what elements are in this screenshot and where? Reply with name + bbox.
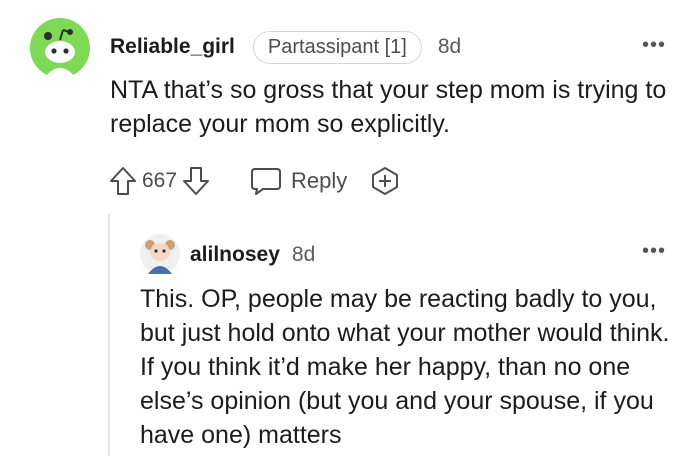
- thread-line[interactable]: [108, 214, 110, 456]
- award-button[interactable]: [369, 165, 401, 197]
- reply-button[interactable]: Reply: [249, 166, 347, 196]
- award-plus-icon: [372, 167, 399, 195]
- username[interactable]: Reliable_girl: [110, 35, 235, 59]
- reply-body: This. OP, people may be reacting badly t…: [140, 285, 670, 449]
- custom-character-avatar-icon: [140, 234, 180, 274]
- downvote-button[interactable]: [181, 165, 211, 197]
- comment-body: NTA that’s so gross that your step mom i…: [110, 76, 667, 138]
- chat-bubble-icon: [251, 168, 282, 195]
- reply-label: Reply: [291, 168, 348, 193]
- reply-header: alilnosey 8d: [190, 240, 315, 270]
- upvote-arrow-icon: [110, 167, 136, 195]
- reddit-snoo-avatar-icon: [30, 18, 90, 78]
- comment-age: 8d: [291, 243, 316, 266]
- downvote-arrow-icon: [183, 167, 210, 195]
- comment-actions: 667 Reply: [108, 163, 401, 199]
- username[interactable]: alilnosey: [190, 243, 280, 267]
- comment-thread: Reliable_girl Partassipant [1] 8d ••• NT…: [0, 0, 700, 456]
- more-options-button[interactable]: •••: [642, 34, 666, 57]
- comment-age: 8d: [437, 35, 462, 58]
- vote-count: 667: [142, 169, 178, 192]
- avatar[interactable]: [140, 234, 180, 274]
- comment-header: Reliable_girl Partassipant [1] 8d: [110, 30, 461, 64]
- avatar[interactable]: [30, 18, 90, 78]
- user-flair: Partassipant [1]: [252, 30, 422, 64]
- upvote-button[interactable]: [108, 165, 138, 197]
- more-options-button[interactable]: •••: [642, 240, 666, 263]
